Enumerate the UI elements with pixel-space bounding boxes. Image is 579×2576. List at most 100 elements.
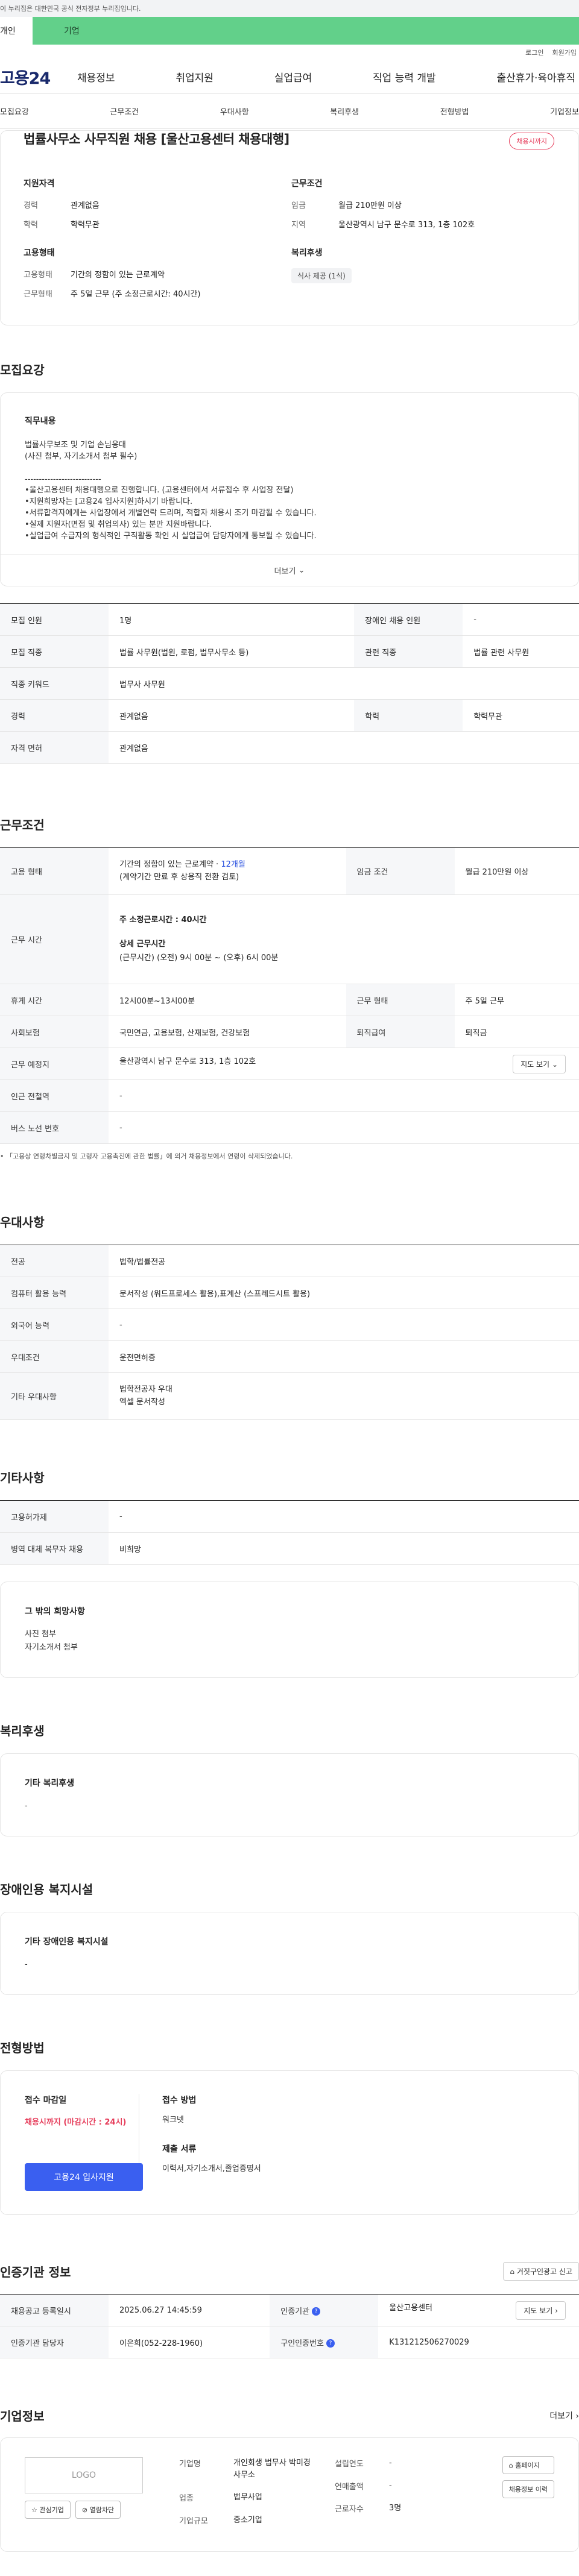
duty-more-button[interactable]: 더보기 ⌄ [1, 554, 578, 586]
work-form-value: 주 5일 근무 [454, 984, 579, 1016]
wish-box: 그 밖의 희망사항 사진 첨부 자기소개서 첨부 [0, 1582, 579, 1679]
recruit-occupation-value: 법률 사무원(법원, 로펌, 법무사무소 등) [109, 635, 355, 668]
summary-qualification-heading: 지원자격 [24, 179, 55, 189]
docs-value: 이력서,자기소개서,졸업증명서 [162, 2164, 261, 2174]
section-title-recruit: 모집요강 [0, 363, 45, 377]
anchor-preference[interactable]: 우대사항 [220, 105, 249, 117]
recruit-career-value: 관계없음 [109, 699, 355, 732]
company-size-label: 기업규모 [179, 2516, 208, 2526]
anchor-company[interactable]: 기업정보 [550, 105, 579, 117]
table-row: 우대조건 운전면허증 [0, 1340, 579, 1373]
military-label: 병역 대체 복무자 채용 [0, 1532, 109, 1565]
duty-description-box: 직무내용 법률사무보조 및 기업 손님응대 (사진 첨부, 자기소개서 첨부 필… [0, 392, 579, 586]
recruit-disabled-value: - [463, 603, 579, 636]
recruit-keyword-label: 직종 키워드 [0, 667, 109, 700]
false-ad-report-button[interactable]: ⌂ 거짓구인광고 신고 [503, 2262, 579, 2281]
table-row: 전공 법학/법률전공 [0, 1245, 579, 1277]
table-row: 기타 우대사항 법학전공자 우대 엑셀 문서작성 [0, 1372, 579, 1420]
table-row: 사회보험 국민연금, 고용보험, 산재보험, 건강보험 퇴직급여 퇴직금 [0, 1016, 579, 1048]
section-title-disabled: 장애인용 복지시설 [0, 1882, 93, 1897]
section-title-cert: 인증기관 정보 [0, 2265, 71, 2280]
pref-condition-label: 우대조건 [0, 1340, 109, 1373]
company-employees-label: 근로자수 [335, 2505, 364, 2515]
summary-emp-type-label: 고용형태 [24, 271, 52, 280]
weekly-hours-value: 40시간 [181, 916, 207, 925]
pref-other-label: 기타 우대사항 [0, 1372, 109, 1420]
pref-major-value: 법학/법률전공 [109, 1245, 579, 1277]
chevron-down-icon: ⌄ [551, 1060, 558, 1069]
cert-map-label: 지도 보기 [524, 2306, 553, 2315]
summary-welfare-heading: 복리후생 [291, 248, 323, 258]
wage-value: 월급 210만원 이상 [454, 847, 579, 895]
star-icon: ☆ [31, 2506, 37, 2515]
summary-employment-heading: 고용형태 [24, 248, 55, 258]
duty-heading: 직무내용 [25, 416, 56, 426]
table-row: 근무 예정지 울산광역시 남구 문수로 313, 1층 102호 지도 보기 ⌄ [0, 1048, 579, 1080]
station-value: - [109, 1079, 579, 1112]
login-link[interactable]: 로그인 [525, 48, 543, 57]
block-label: 열람차단 [89, 2506, 115, 2515]
gnb-item-jobs[interactable]: 채용정보 [77, 69, 115, 84]
site-logo[interactable]: 고용24 [0, 65, 72, 89]
section-title-etc: 기타사항 [0, 1471, 45, 1485]
work-form-label: 근무 형태 [346, 984, 455, 1016]
gnb-menu: 채용정보 취업지원 실업급여 직업 능력 개발 출산휴가·육아휴직 [72, 69, 579, 84]
gov-notice-text: 이 누리집은 대한민국 공식 전자정부 누리집입니다. [0, 5, 141, 13]
duty-more-label: 더보기 [274, 567, 296, 576]
pref-computer-label: 컴퓨터 활용 능력 [0, 1277, 109, 1309]
gnb-item-unemployment-benefit[interactable]: 실업급여 [274, 69, 312, 84]
anchor-welfare[interactable]: 복리후생 [330, 105, 359, 117]
method-value: 워크넷 [162, 2116, 184, 2125]
summary-conditions-heading: 근무조건 [291, 179, 323, 189]
anchor-nav: 모집요강 근무조건 우대사항 복리후생 전형방법 기업정보 [0, 94, 579, 129]
rest-time-label: 휴게 시간 [0, 984, 109, 1016]
apply-button[interactable]: 고용24 입사지원 [25, 2163, 143, 2191]
cert-map-button[interactable]: 지도 보기 › [516, 2301, 566, 2320]
wage-label: 임금 조건 [346, 847, 455, 895]
block-company-button[interactable]: ⊘ 열람차단 [75, 2501, 121, 2519]
info-icon[interactable]: ? [312, 2307, 321, 2316]
detail-hours-heading: 상세 근무시간 [119, 940, 166, 949]
emp-type-value: 기간의 정함이 있는 근로계약 · [119, 859, 221, 869]
job-history-button[interactable]: 채용정보 이력 [502, 2480, 554, 2499]
anchor-recruit[interactable]: 모집요강 [0, 105, 29, 117]
tab-company[interactable]: 기업 [33, 17, 579, 45]
gnb-item-employment-support[interactable]: 취업지원 [176, 69, 214, 84]
anchor-conditions[interactable]: 근무조건 [110, 105, 139, 117]
disabled-heading: 기타 장애인용 복지시설 [25, 1937, 109, 1947]
gnb-item-skills[interactable]: 직업 능력 개발 [373, 69, 436, 84]
tab-personal[interactable]: 개인 [0, 17, 33, 45]
summary-career-value: 관계없음 [71, 201, 100, 210]
chevron-right-icon: › [575, 2411, 579, 2421]
global-nav: 고용24 채용정보 취업지원 실업급여 직업 능력 개발 출산휴가·육아휴직 [0, 60, 579, 94]
summary-emp-type-value: 기간의 정함이 있는 근로계약 [71, 271, 165, 280]
homepage-label: 홈페이지 [515, 2461, 540, 2470]
signup-link[interactable]: 회원가입 [552, 48, 577, 57]
table-row: 컴퓨터 활용 능력 문서작성 (워드프로세스 활용),표계산 (스프레드시트 활용… [0, 1277, 579, 1309]
info-icon[interactable]: ? [326, 2339, 335, 2348]
company-name-label: 기업명 [179, 2460, 201, 2469]
detail-hours-value: (근무시간) (오전) 9시 00분 ~ (오후) 6시 00분 [119, 953, 279, 963]
homepage-button[interactable]: ⌂ 홈페이지 [502, 2456, 554, 2475]
emp-type-note: (계약기간 만료 후 상용직 전환 검토) [119, 872, 239, 882]
preference-table: 전공 법학/법률전공 컴퓨터 활용 능력 문서작성 (워드프로세스 활용),표계산 … [0, 1245, 579, 1420]
company-year-label: 설립연도 [335, 2460, 364, 2469]
summary-wage-label: 임금 [291, 201, 306, 210]
table-row: 채용공고 등록일시 2025.06.27 14:45:59 인증기관? 울산고용… [0, 2294, 579, 2327]
table-row: 경력 관계없음 학력 학력무관 [0, 699, 579, 732]
company-employees-value: 3명 [389, 2504, 402, 2513]
bus-label: 버스 노선 번호 [0, 1111, 109, 1144]
location-map-button[interactable]: 지도 보기 ⌄ [513, 1054, 566, 1073]
anchor-selection[interactable]: 전형방법 [440, 105, 469, 117]
favorite-company-button[interactable]: ☆ 관심기업 [25, 2501, 71, 2519]
summary-region-value: 울산광역시 남구 문수로 313, 1층 102호 [338, 221, 475, 230]
age-notice: • 「고용상 연령차별금지 및 고령자 고용촉진에 관한 법률」에 의거 채용정… [0, 1152, 293, 1160]
summary-work-form-label: 근무형태 [24, 290, 52, 299]
company-more-link[interactable]: 더보기 › [549, 2410, 579, 2422]
table-row: 병역 대체 복무자 채용 비희망 [0, 1532, 579, 1565]
section-title-company: 기업정보 [0, 2409, 45, 2424]
gnb-item-maternity[interactable]: 출산휴가·육아휴직 [496, 69, 575, 84]
pref-language-value: - [109, 1308, 579, 1341]
table-row: 외국어 능력 - [0, 1308, 579, 1341]
table-row: 고용허가제 - [0, 1500, 579, 1533]
